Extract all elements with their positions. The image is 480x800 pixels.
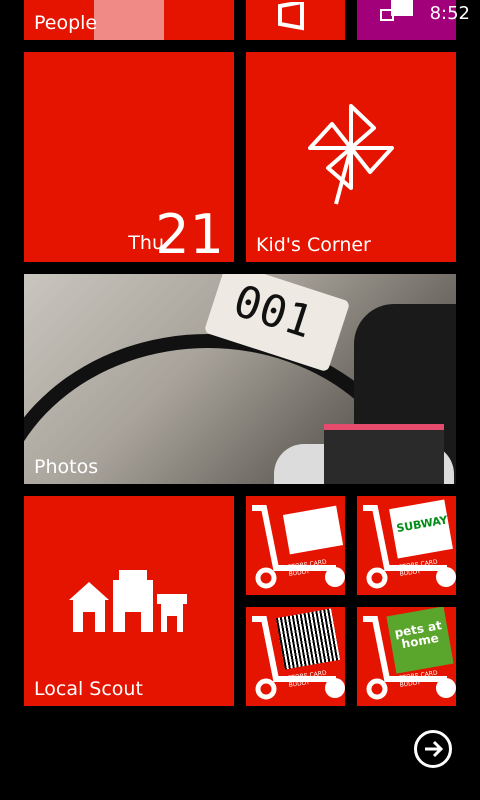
barcode-card [275,608,341,670]
kids-corner-tile[interactable]: Kid's Corner [246,52,456,262]
subway-logo: SUBWAY [395,513,449,536]
local-scout-label: Local Scout [34,678,143,700]
photos-tile[interactable]: 001 Photos [24,274,456,484]
store-card-buddy-tile[interactable]: STORE CARD BUDDY [246,496,345,595]
local-scout-tile[interactable]: Local Scout [24,496,234,706]
dot-icon [325,678,345,698]
people-label: People [34,12,98,34]
app-list-button[interactable] [414,730,452,768]
bib-number: 001 [227,275,319,349]
pets-at-home-card: pets at home [386,607,454,674]
dot-icon [436,567,456,587]
rider-sock [324,424,444,484]
calendar-tile[interactable]: Thu 21 [24,52,234,262]
status-time: 8:52 [429,3,470,24]
chat-icon [380,0,413,21]
store-card-buddy-pets-tile[interactable]: pets at home STORE CARD BUDDY [357,607,456,706]
store-card-buddy-barcode-tile[interactable]: STORE CARD BUDDY [246,607,345,706]
kids-corner-label: Kid's Corner [256,234,371,256]
subway-card: SUBWAY [389,499,453,559]
pets-at-home-logo: pets at home [393,618,443,652]
people-tile[interactable]: People [24,0,234,40]
local-scout-buildings-icon [69,570,187,632]
store-card-buddy-subway-tile[interactable]: SUBWAY STORE CARD BUDDY [357,496,456,595]
people-photo [94,0,164,40]
next-arrow-icon [425,740,444,758]
office-tile[interactable] [246,0,345,40]
calendar-date: 21 [155,203,224,262]
photos-label: Photos [34,456,99,478]
office-icon [278,2,304,31]
dot-icon [436,678,456,698]
pinwheel-icon [308,104,394,205]
dot-icon [325,567,345,587]
